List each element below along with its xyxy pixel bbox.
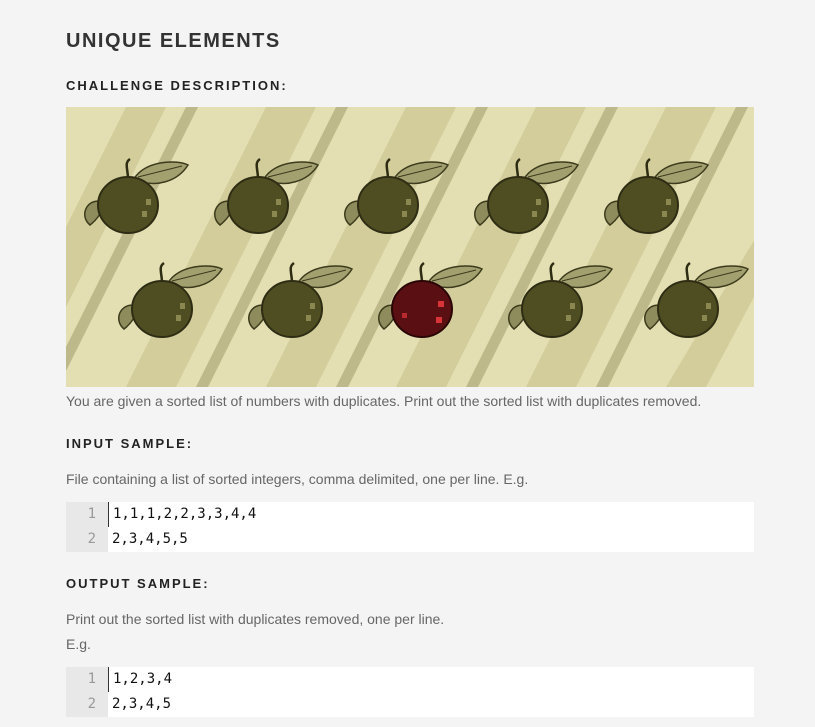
output-sample-text: Print out the sorted list with duplicate… [66, 611, 445, 627]
code-text: 1,2,3,4 [108, 667, 172, 692]
output-sample-eg: E.g. [66, 636, 91, 652]
input-sample-heading: INPUT SAMPLE: [66, 436, 194, 451]
input-code-block[interactable]: 1 1,1,1,2,2,3,3,4,4 2 2,3,4,5,5 [66, 502, 754, 552]
input-sample-text: File containing a list of sorted integer… [66, 471, 529, 487]
challenge-illustration [66, 107, 754, 387]
page-title: UNIQUE ELEMENTS [66, 30, 281, 52]
code-text: 2,3,4,5 [112, 696, 172, 712]
challenge-description: You are given a sorted list of numbers w… [66, 393, 702, 409]
code-line: 1 1,2,3,4 [66, 667, 754, 692]
code-line: 2 2,3,4,5,5 [66, 527, 754, 552]
challenge-heading: CHALLENGE DESCRIPTION: [66, 78, 288, 93]
line-number: 2 [66, 692, 108, 717]
page: UNIQUE ELEMENTS CHALLENGE DESCRIPTION: Y… [0, 0, 815, 727]
output-sample-heading: OUTPUT SAMPLE: [66, 576, 210, 591]
apples-image [66, 107, 754, 387]
code-line: 2 2,3,4,5 [66, 692, 754, 717]
line-number: 1 [66, 667, 108, 692]
code-text: 2,3,4,5,5 [112, 531, 188, 547]
line-number: 1 [66, 502, 108, 527]
line-number: 2 [66, 527, 108, 552]
code-text: 1,1,1,2,2,3,3,4,4 [108, 502, 256, 527]
code-line: 1 1,1,1,2,2,3,3,4,4 [66, 502, 754, 527]
output-code-block[interactable]: 1 1,2,3,4 2 2,3,4,5 [66, 667, 754, 717]
